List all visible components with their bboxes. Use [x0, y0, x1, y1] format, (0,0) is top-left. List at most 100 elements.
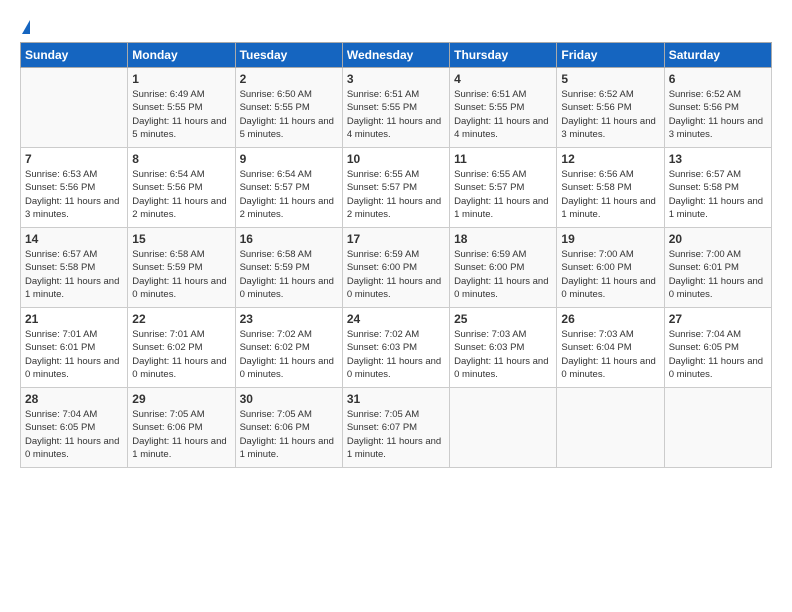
week-row-2: 7 Sunrise: 6:53 AMSunset: 5:56 PMDaylight… [21, 148, 772, 228]
day-info: Sunrise: 6:58 AMSunset: 5:59 PMDaylight:… [132, 248, 230, 301]
day-cell [21, 68, 128, 148]
day-cell: 28Sunrise: 7:04 AMSunset: 6:05 PMDayligh… [21, 388, 128, 468]
day-cell: 24 Sunrise: 7:02 AMSunset: 6:03 PMDayligh… [342, 308, 449, 388]
day-cell: 5 Sunrise: 6:52 AMSunset: 5:56 PMDaylight… [557, 68, 664, 148]
day-number: 4 [454, 72, 552, 86]
day-cell: 3 Sunrise: 6:51 AMSunset: 5:55 PMDaylight… [342, 68, 449, 148]
day-cell: 23 Sunrise: 7:02 AMSunset: 6:02 PMDayligh… [235, 308, 342, 388]
day-number: 19 [561, 232, 659, 246]
day-cell: 18Sunrise: 6:59 AMSunset: 6:00 PMDayligh… [450, 228, 557, 308]
day-info: Sunrise: 6:51 AMSunset: 5:55 PMDaylight:… [454, 88, 552, 141]
day-number: 22 [132, 312, 230, 326]
day-number: 7 [25, 152, 123, 166]
day-cell: 9 Sunrise: 6:54 AMSunset: 5:57 PMDaylight… [235, 148, 342, 228]
day-cell: 6 Sunrise: 6:52 AMSunset: 5:56 PMDaylight… [664, 68, 771, 148]
day-cell: 11 Sunrise: 6:55 AMSunset: 5:57 PMDayligh… [450, 148, 557, 228]
logo-icon [22, 20, 30, 34]
day-cell: 16 Sunrise: 6:58 AMSunset: 5:59 PMDayligh… [235, 228, 342, 308]
day-info: Sunrise: 6:56 AMSunset: 5:58 PMDaylight:… [561, 168, 659, 221]
day-info: Sunrise: 7:00 AMSunset: 6:00 PMDaylight:… [561, 248, 659, 301]
day-info: Sunrise: 7:04 AMSunset: 6:05 PMDaylight:… [669, 328, 767, 381]
day-cell: 20 Sunrise: 7:00 AMSunset: 6:01 PMDayligh… [664, 228, 771, 308]
day-info: Sunrise: 7:02 AMSunset: 6:03 PMDaylight:… [347, 328, 445, 381]
day-number: 18 [454, 232, 552, 246]
day-cell: 15 Sunrise: 6:58 AMSunset: 5:59 PMDayligh… [128, 228, 235, 308]
day-info: Sunrise: 6:55 AMSunset: 5:57 PMDaylight:… [454, 168, 552, 221]
day-cell: 12 Sunrise: 6:56 AMSunset: 5:58 PMDayligh… [557, 148, 664, 228]
day-info: Sunrise: 6:54 AMSunset: 5:57 PMDaylight:… [240, 168, 338, 221]
day-cell: 22 Sunrise: 7:01 AMSunset: 6:02 PMDayligh… [128, 308, 235, 388]
header-cell-monday: Monday [128, 43, 235, 68]
calendar-table: SundayMondayTuesdayWednesdayThursdayFrid… [20, 42, 772, 468]
day-cell: 17 Sunrise: 6:59 AMSunset: 6:00 PMDayligh… [342, 228, 449, 308]
header-row: SundayMondayTuesdayWednesdayThursdayFrid… [21, 43, 772, 68]
day-number: 24 [347, 312, 445, 326]
day-info: Sunrise: 7:00 AMSunset: 6:01 PMDaylight:… [669, 248, 767, 301]
day-cell: 27 Sunrise: 7:04 AMSunset: 6:05 PMDayligh… [664, 308, 771, 388]
day-cell: 29Sunrise: 7:05 AMSunset: 6:06 PMDayligh… [128, 388, 235, 468]
day-cell: 14 Sunrise: 6:57 AMSunset: 5:58 PMDayligh… [21, 228, 128, 308]
day-number: 14 [25, 232, 123, 246]
day-number: 1 [132, 72, 230, 86]
day-number: 17 [347, 232, 445, 246]
day-info: Sunrise: 7:05 AMSunset: 6:07 PMDaylight:… [347, 408, 445, 461]
day-number: 13 [669, 152, 767, 166]
day-number: 5 [561, 72, 659, 86]
day-info: Sunrise: 6:54 AMSunset: 5:56 PMDaylight:… [132, 168, 230, 221]
week-row-4: 21Sunrise: 7:01 AMSunset: 6:01 PMDayligh… [21, 308, 772, 388]
day-number: 6 [669, 72, 767, 86]
day-cell: 4 Sunrise: 6:51 AMSunset: 5:55 PMDaylight… [450, 68, 557, 148]
week-row-3: 14 Sunrise: 6:57 AMSunset: 5:58 PMDayligh… [21, 228, 772, 308]
day-number: 9 [240, 152, 338, 166]
day-info: Sunrise: 6:57 AMSunset: 5:58 PMDaylight:… [669, 168, 767, 221]
week-row-1: 1 Sunrise: 6:49 AMSunset: 5:55 PMDaylight… [21, 68, 772, 148]
day-cell: 21Sunrise: 7:01 AMSunset: 6:01 PMDayligh… [21, 308, 128, 388]
day-cell: 2Sunrise: 6:50 AMSunset: 5:55 PMDaylight… [235, 68, 342, 148]
day-number: 27 [669, 312, 767, 326]
day-cell [450, 388, 557, 468]
day-info: Sunrise: 6:49 AMSunset: 5:55 PMDaylight:… [132, 88, 230, 141]
day-number: 2 [240, 72, 338, 86]
day-cell: 31 Sunrise: 7:05 AMSunset: 6:07 PMDayligh… [342, 388, 449, 468]
day-number: 11 [454, 152, 552, 166]
day-info: Sunrise: 6:58 AMSunset: 5:59 PMDaylight:… [240, 248, 338, 301]
day-number: 20 [669, 232, 767, 246]
day-number: 31 [347, 392, 445, 406]
header-cell-wednesday: Wednesday [342, 43, 449, 68]
day-number: 23 [240, 312, 338, 326]
page: SundayMondayTuesdayWednesdayThursdayFrid… [0, 0, 792, 612]
day-info: Sunrise: 7:03 AMSunset: 6:03 PMDaylight:… [454, 328, 552, 381]
day-info: Sunrise: 6:52 AMSunset: 5:56 PMDaylight:… [561, 88, 659, 141]
week-row-5: 28Sunrise: 7:04 AMSunset: 6:05 PMDayligh… [21, 388, 772, 468]
day-info: Sunrise: 6:59 AMSunset: 6:00 PMDaylight:… [347, 248, 445, 301]
day-number: 12 [561, 152, 659, 166]
day-number: 30 [240, 392, 338, 406]
day-cell: 13 Sunrise: 6:57 AMSunset: 5:58 PMDayligh… [664, 148, 771, 228]
day-cell: 19 Sunrise: 7:00 AMSunset: 6:00 PMDayligh… [557, 228, 664, 308]
header-cell-friday: Friday [557, 43, 664, 68]
day-info: Sunrise: 6:51 AMSunset: 5:55 PMDaylight:… [347, 88, 445, 141]
day-cell: 1 Sunrise: 6:49 AMSunset: 5:55 PMDaylight… [128, 68, 235, 148]
day-number: 8 [132, 152, 230, 166]
day-cell: 30 Sunrise: 7:05 AMSunset: 6:06 PMDayligh… [235, 388, 342, 468]
day-cell: 25Sunrise: 7:03 AMSunset: 6:03 PMDayligh… [450, 308, 557, 388]
day-cell [664, 388, 771, 468]
day-info: Sunrise: 7:05 AMSunset: 6:06 PMDaylight:… [132, 408, 230, 461]
day-cell: 7 Sunrise: 6:53 AMSunset: 5:56 PMDaylight… [21, 148, 128, 228]
day-info: Sunrise: 6:57 AMSunset: 5:58 PMDaylight:… [25, 248, 123, 301]
day-info: Sunrise: 6:53 AMSunset: 5:56 PMDaylight:… [25, 168, 123, 221]
header-cell-tuesday: Tuesday [235, 43, 342, 68]
header-cell-thursday: Thursday [450, 43, 557, 68]
day-number: 16 [240, 232, 338, 246]
day-number: 26 [561, 312, 659, 326]
day-number: 15 [132, 232, 230, 246]
logo [20, 18, 31, 32]
day-cell: 8 Sunrise: 6:54 AMSunset: 5:56 PMDaylight… [128, 148, 235, 228]
day-info: Sunrise: 7:01 AMSunset: 6:02 PMDaylight:… [132, 328, 230, 381]
day-number: 3 [347, 72, 445, 86]
day-info: Sunrise: 7:05 AMSunset: 6:06 PMDaylight:… [240, 408, 338, 461]
day-info: Sunrise: 7:01 AMSunset: 6:01 PMDaylight:… [25, 328, 123, 381]
day-info: Sunrise: 7:02 AMSunset: 6:02 PMDaylight:… [240, 328, 338, 381]
day-info: Sunrise: 6:52 AMSunset: 5:56 PMDaylight:… [669, 88, 767, 141]
day-number: 28 [25, 392, 123, 406]
